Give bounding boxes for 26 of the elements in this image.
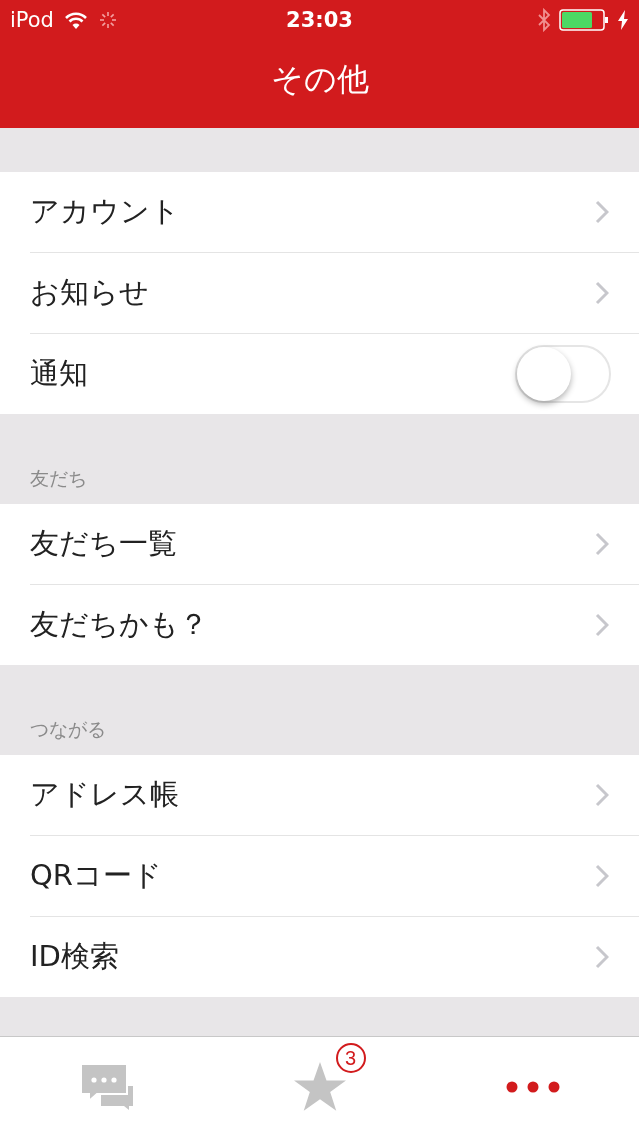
section-header: つながる — [30, 717, 106, 742]
section-header: 友だち — [30, 466, 87, 491]
chevron-icon — [595, 281, 609, 305]
chevron-icon — [595, 613, 609, 637]
activity-spinner-icon — [97, 10, 118, 30]
chevron-icon — [595, 945, 609, 969]
clock-time: 23:03 — [286, 8, 353, 32]
chevron-icon — [595, 864, 609, 888]
wifi-icon — [63, 11, 88, 29]
menu-item[interactable]: 友だち一覧 — [30, 524, 177, 564]
chevron-icon — [595, 532, 609, 556]
menu-item[interactable]: 友だちかも？ — [30, 605, 208, 645]
screen-title: その他 — [270, 59, 369, 100]
carrier-name: iPod — [10, 8, 54, 32]
chevron-icon — [595, 783, 609, 807]
menu-item[interactable]: お知らせ — [30, 273, 149, 313]
menu-item[interactable]: ID検索 — [30, 937, 119, 977]
menu-item[interactable]: アカウント — [30, 192, 180, 232]
chevron-icon — [595, 200, 609, 224]
setting-label: 通知 — [30, 355, 88, 392]
bluetooth-icon — [537, 8, 551, 32]
notification-badge: 3 — [335, 1043, 366, 1073]
toggle-switch[interactable] — [515, 345, 611, 403]
menu-item[interactable]: QRコード — [30, 856, 162, 896]
menu-item[interactable]: アドレス帳 — [30, 775, 179, 815]
battery-icon — [559, 9, 609, 31]
